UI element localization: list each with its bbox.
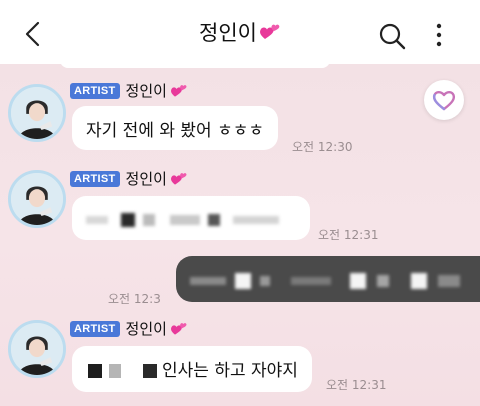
- more-vertical-icon[interactable]: [432, 22, 446, 48]
- redacted-message-bubble[interactable]: [72, 196, 310, 240]
- redacted-content: [88, 361, 158, 378]
- message-text: 자기 전에 와 봤어 ㅎㅎㅎ: [86, 121, 265, 141]
- redacted-content: [86, 210, 296, 227]
- heart-fab-button[interactable]: [424, 80, 464, 120]
- chat-header: 정인이: [0, 0, 480, 64]
- message-bubble[interactable]: 인사는 하고 자야지: [72, 346, 312, 392]
- sender-name: 정인이: [125, 82, 167, 100]
- self-message-bubble[interactable]: [176, 256, 480, 302]
- sender-label: ARTIST 정인이: [70, 80, 188, 101]
- message-time: 오전 12:31: [318, 228, 379, 242]
- avatar-image: [11, 323, 63, 375]
- avatar[interactable]: [8, 170, 66, 228]
- message-time: 오전 12:30: [292, 140, 353, 154]
- two-hearts-icon: [170, 172, 187, 185]
- search-icon[interactable]: [378, 22, 406, 50]
- chevron-left-icon[interactable]: [22, 20, 46, 48]
- heart-outline-icon: [432, 90, 456, 111]
- avatar[interactable]: [8, 84, 66, 142]
- message-text: 인사는 하고 자야지: [162, 361, 298, 381]
- artist-badge: ARTIST: [70, 82, 120, 99]
- avatar[interactable]: [8, 320, 66, 378]
- artist-badge: ARTIST: [70, 170, 120, 187]
- redacted-content: [190, 270, 470, 289]
- sender-name: 정인이: [125, 320, 167, 338]
- avatar-image: [11, 87, 63, 139]
- avatar-image: [11, 173, 63, 225]
- message-bubble[interactable]: 자기 전에 와 봤어 ㅎㅎㅎ: [72, 106, 279, 150]
- sender-label: ARTIST 정인이: [70, 168, 188, 189]
- two-hearts-icon: [170, 322, 187, 335]
- two-hearts-icon: [260, 24, 280, 39]
- artist-badge: ARTIST: [70, 320, 120, 337]
- sender-label: ARTIST 정인이: [70, 318, 188, 339]
- chat-title: 정인이: [199, 17, 281, 47]
- chat-title-text: 정인이: [199, 21, 257, 45]
- chat-area[interactable]: ARTIST 정인이 자기 전에 와 봤어 ㅎㅎㅎ 오전 12:30 ARTIS…: [0, 64, 480, 406]
- message-time: 오전 12:31: [326, 378, 387, 392]
- previous-bubble-edge: [60, 64, 330, 68]
- sender-name: 정인이: [125, 170, 167, 188]
- two-hearts-icon: [170, 84, 187, 97]
- message-time: 오전 12:3: [108, 292, 161, 306]
